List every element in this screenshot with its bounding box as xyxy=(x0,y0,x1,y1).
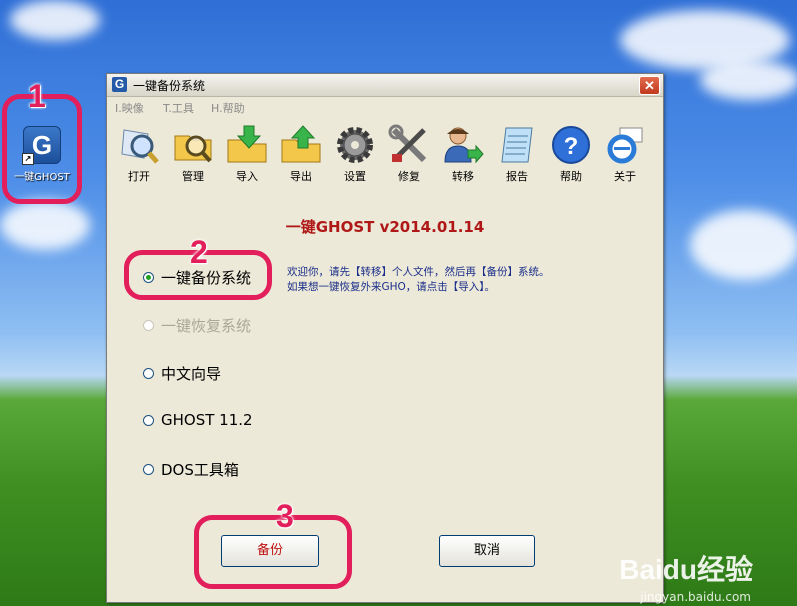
report-notepad-icon xyxy=(496,124,538,166)
option-wizard[interactable]: 中文向导 xyxy=(143,363,221,384)
ghost-window: G 一键备份系统 ✕ I.映像 T.工具 H.帮助 打开 管理 导入 导出 设置… xyxy=(106,73,664,603)
radio-restore xyxy=(143,320,154,331)
info-text: 欢迎你，请先【转移】个人文件，然后再【备份】系统。 如果想一键恢复外来GHO，请… xyxy=(287,265,550,295)
transfer-user-icon xyxy=(442,124,484,166)
export-folder-icon xyxy=(280,124,322,166)
annotation-number-1: 1 xyxy=(28,78,46,114)
toolbar-export-button[interactable]: 导出 xyxy=(273,124,329,184)
option-wizard-label: 中文向导 xyxy=(161,365,222,383)
toolbar-repair-button[interactable]: 修复 xyxy=(381,124,437,184)
svg-text:?: ? xyxy=(564,133,579,160)
info-line-1: 欢迎你，请先【转移】个人文件，然后再【备份】系统。 xyxy=(287,266,550,278)
menu-image[interactable]: I.映像 xyxy=(115,100,144,116)
toolbar-open-button[interactable]: 打开 xyxy=(111,124,167,184)
toolbar-about-button[interactable]: 关于 xyxy=(597,124,653,184)
toolbar-report-button[interactable]: 报告 xyxy=(489,124,545,184)
manage-folder-icon xyxy=(172,124,214,166)
menu-help[interactable]: H.帮助 xyxy=(211,100,245,116)
option-restore: 一键恢复系统 xyxy=(143,315,251,336)
help-icon: ? xyxy=(550,124,592,166)
option-restore-label: 一键恢复系统 xyxy=(161,317,252,335)
toolbar-transfer-label: 转移 xyxy=(452,170,474,183)
info-line-2: 如果想一键恢复外来GHO，请点击【导入】。 xyxy=(287,281,496,293)
toolbar: 打开 管理 导入 导出 设置 修复 转移 报告 ? 帮助 关于 xyxy=(111,124,659,188)
toolbar-about-label: 关于 xyxy=(614,170,636,183)
toolbar-manage-button[interactable]: 管理 xyxy=(165,124,221,184)
repair-tools-icon xyxy=(388,124,430,166)
annotation-box-3 xyxy=(194,515,352,589)
menu-bar: I.映像 T.工具 H.帮助 xyxy=(107,97,663,117)
toolbar-transfer-button[interactable]: 转移 xyxy=(435,124,491,184)
radio-wizard[interactable] xyxy=(143,368,154,379)
cancel-button[interactable]: 取消 xyxy=(439,535,535,567)
import-folder-icon xyxy=(226,124,268,166)
baidu-watermark-url: jingyan.baidu.com xyxy=(640,590,751,604)
window-title: 一键备份系统 xyxy=(133,79,206,93)
title-bar[interactable]: G 一键备份系统 ✕ xyxy=(107,74,663,97)
annotation-number-2: 2 xyxy=(190,234,208,270)
toolbar-settings-label: 设置 xyxy=(344,170,366,183)
toolbar-help-button[interactable]: ? 帮助 xyxy=(543,124,599,184)
about-ie-icon xyxy=(604,124,646,166)
annotation-number-3: 3 xyxy=(276,498,294,534)
toolbar-repair-label: 修复 xyxy=(398,170,420,183)
toolbar-help-label: 帮助 xyxy=(560,170,582,183)
toolbar-open-label: 打开 xyxy=(128,170,150,183)
toolbar-import-label: 导入 xyxy=(236,170,258,183)
close-button[interactable]: ✕ xyxy=(639,76,660,95)
baidu-watermark: Baidu经验 xyxy=(619,554,753,585)
option-dos-tools[interactable]: DOS工具箱 xyxy=(143,459,239,480)
toolbar-settings-button[interactable]: 设置 xyxy=(327,124,383,184)
open-magnifier-icon xyxy=(118,124,160,166)
settings-gear-icon xyxy=(334,124,376,166)
option-ghost[interactable]: GHOST 11.2 xyxy=(143,411,253,429)
option-ghost-label: GHOST 11.2 xyxy=(161,411,253,429)
radio-ghost[interactable] xyxy=(143,414,154,426)
toolbar-import-button[interactable]: 导入 xyxy=(219,124,275,184)
toolbar-manage-label: 管理 xyxy=(182,170,204,183)
toolbar-report-label: 报告 xyxy=(506,170,528,183)
option-dos-tools-label: DOS工具箱 xyxy=(161,461,239,479)
radio-dos-tools[interactable] xyxy=(143,464,154,475)
toolbar-export-label: 导出 xyxy=(290,170,312,183)
window-app-icon: G xyxy=(112,77,127,92)
menu-tools[interactable]: T.工具 xyxy=(163,100,194,116)
